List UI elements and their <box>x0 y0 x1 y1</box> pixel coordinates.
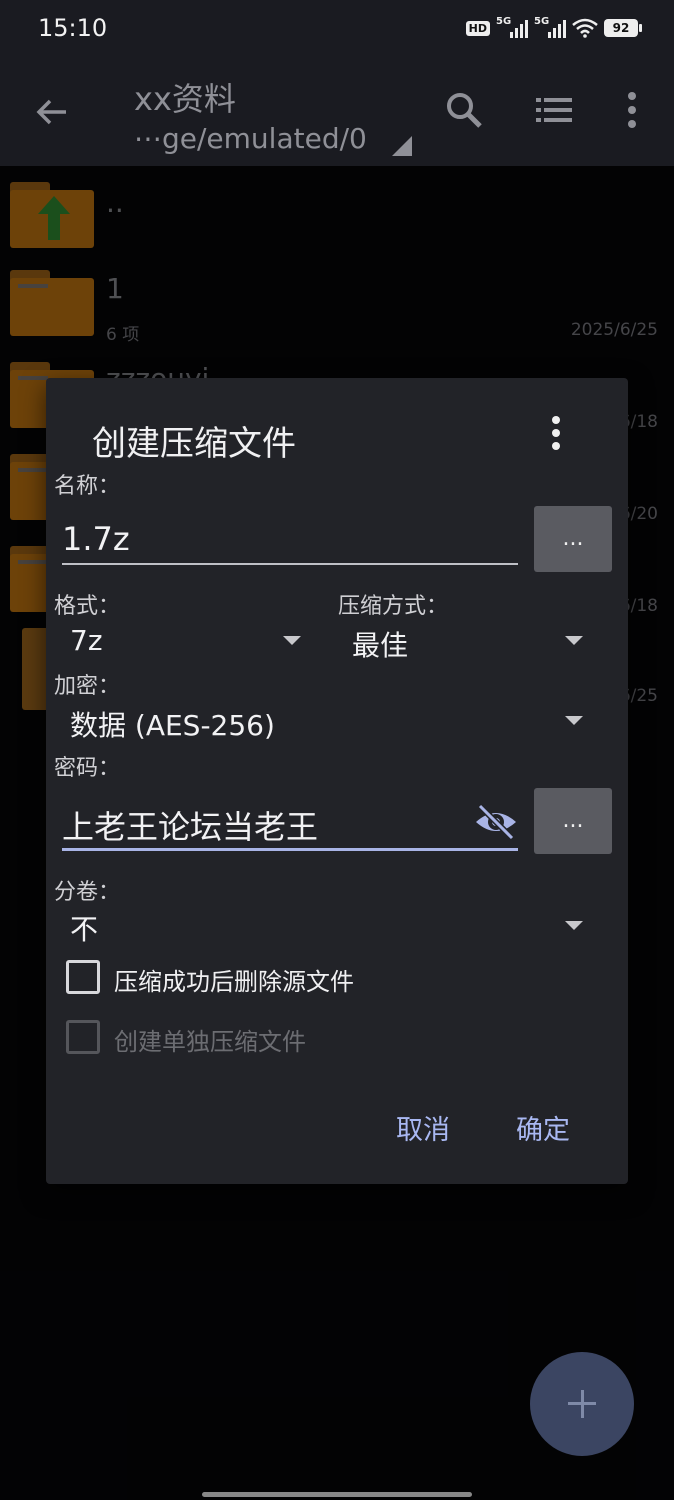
name-label: 名称： <box>54 474 121 499</box>
name-browse-button[interactable]: ... <box>534 506 612 572</box>
create-archive-dialog: 创建压缩文件 名称： 1.7z ... 格式： 压缩方式： 7z 最佳 加密： … <box>46 378 628 1184</box>
delete-source-label[interactable]: 压缩成功后删除源文件 <box>114 962 354 997</box>
more-vert-icon[interactable] <box>612 88 656 132</box>
wifi-icon <box>572 18 598 38</box>
encryption-dropdown-icon[interactable] <box>565 716 583 725</box>
signal-label: 5G <box>534 16 550 27</box>
hd-icon: HD <box>465 20 490 36</box>
format-select[interactable]: 7z <box>70 624 103 657</box>
path-dropdown-icon[interactable] <box>392 136 412 156</box>
delete-source-checkbox[interactable] <box>66 960 100 994</box>
status-icons: HD 5G 5G 92 <box>465 16 642 38</box>
method-select[interactable]: 最佳 <box>352 624 408 664</box>
signal-icon: 5G <box>534 16 566 38</box>
dialog-title: 创建压缩文件 <box>92 424 296 464</box>
home-indicator[interactable] <box>202 1492 472 1497</box>
method-label: 压缩方式： <box>338 594 449 619</box>
visibility-off-icon[interactable] <box>474 802 518 842</box>
format-dropdown-icon[interactable] <box>283 636 301 645</box>
ok-button[interactable]: 确定 <box>516 1108 570 1147</box>
split-dropdown-icon[interactable] <box>565 921 583 930</box>
add-fab-button[interactable] <box>530 1352 634 1456</box>
method-dropdown-icon[interactable] <box>565 636 583 645</box>
folder-title: xx资料 <box>134 80 236 118</box>
app-bar: xx资料 ⋯ge/emulated/0 <box>0 62 674 166</box>
encryption-select[interactable]: 数据 (AES-256) <box>70 704 275 744</box>
password-input-underline <box>62 848 518 851</box>
split-label: 分卷： <box>54 880 121 905</box>
password-button[interactable]: ... <box>534 788 612 854</box>
more-vert-icon[interactable] <box>542 414 578 454</box>
cancel-button[interactable]: 取消 <box>396 1108 450 1147</box>
separate-archive-label: 创建单独压缩文件 <box>114 1028 306 1056</box>
name-input-underline <box>62 563 518 565</box>
password-label: 密码： <box>54 756 121 781</box>
folder-path[interactable]: ⋯ge/emulated/0 <box>134 122 367 155</box>
status-time: 15:10 <box>38 14 108 42</box>
separate-archive-checkbox <box>66 1020 100 1054</box>
encryption-label: 加密： <box>54 674 121 699</box>
signal-icon: 5G <box>496 16 528 38</box>
split-select[interactable]: 不 <box>70 908 98 948</box>
signal-label: 5G <box>496 16 512 27</box>
search-icon[interactable] <box>442 88 486 132</box>
status-bar: 15:10 HD 5G 5G 92 <box>0 0 674 62</box>
name-input[interactable]: 1.7z <box>62 520 130 558</box>
list-view-icon[interactable] <box>532 88 576 132</box>
plus-icon-stroke <box>581 1390 584 1418</box>
back-arrow-icon[interactable] <box>32 92 72 132</box>
battery-icon: 92 <box>604 19 642 37</box>
password-input[interactable]: 上老王论坛当老王 <box>62 802 318 848</box>
format-label: 格式： <box>54 594 121 619</box>
